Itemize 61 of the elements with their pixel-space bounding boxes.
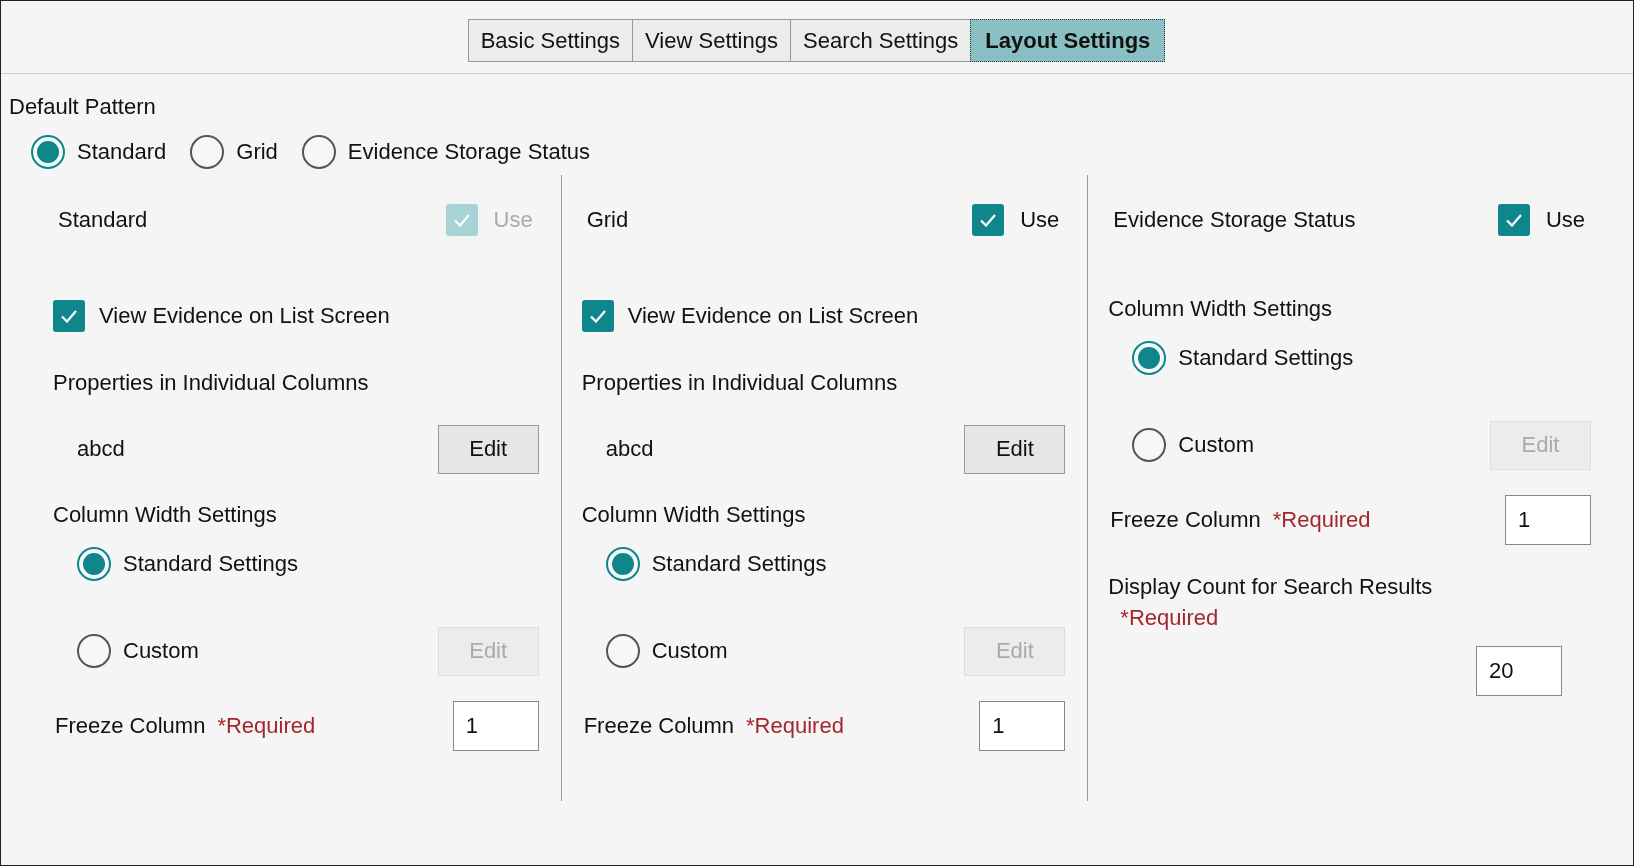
checkbox-label: Use xyxy=(1545,207,1585,233)
required-note: *Required xyxy=(217,713,316,739)
checkbox-label: Use xyxy=(493,207,533,233)
radio-label: Standard Settings xyxy=(651,551,827,577)
field-label: Column Width Settings xyxy=(581,501,807,529)
settings-tab[interactable]: Layout Settings xyxy=(970,19,1166,62)
settings-tab[interactable]: Basic Settings xyxy=(467,19,634,62)
radio-label: Grid xyxy=(236,139,278,165)
check-icon xyxy=(1505,213,1522,227)
check-icon xyxy=(589,309,606,323)
field-label: Display Count for Search Results xyxy=(1108,573,1434,601)
radio-button[interactable] xyxy=(605,634,640,668)
check-icon xyxy=(453,213,470,227)
checkbox-label: View Evidence on List Screen xyxy=(99,303,390,329)
field-label: Freeze Column xyxy=(583,713,735,739)
checkbox[interactable] xyxy=(53,300,85,332)
check-icon xyxy=(61,309,77,323)
edit-button[interactable]: Edit xyxy=(437,424,539,474)
checkbox-label: View Evidence on List Screen xyxy=(627,303,919,329)
edit-button[interactable]: Edit xyxy=(964,424,1066,474)
check-icon xyxy=(980,213,997,227)
field-label: Freeze Column xyxy=(1110,507,1261,533)
radio-button[interactable] xyxy=(31,135,65,169)
radio-button[interactable] xyxy=(1132,428,1167,462)
checkbox[interactable] xyxy=(581,300,614,332)
number-input[interactable]: 1 xyxy=(1505,495,1591,545)
radio-button[interactable] xyxy=(77,547,111,581)
required-note: *Required xyxy=(746,713,844,739)
checkbox-label: Use xyxy=(1020,207,1060,233)
radio-button[interactable] xyxy=(77,634,111,668)
radio-button[interactable] xyxy=(301,135,336,169)
radio-button[interactable] xyxy=(1132,341,1167,375)
number-input[interactable]: 1 xyxy=(979,701,1066,751)
section-label: Default Pattern xyxy=(9,93,157,121)
number-input[interactable]: 1 xyxy=(452,701,539,751)
radio-label: Custom xyxy=(1178,432,1255,458)
panel-title: Evidence Storage Status xyxy=(1112,207,1356,233)
checkbox[interactable] xyxy=(972,204,1005,236)
field-label: Properties in Individual Columns xyxy=(581,369,899,397)
field-label: Column Width Settings xyxy=(1108,295,1334,323)
panel-title: Grid xyxy=(585,207,629,233)
settings-tab[interactable]: Search Settings xyxy=(790,19,972,62)
required-note: *Required xyxy=(1272,507,1371,533)
radio-button[interactable] xyxy=(605,547,640,581)
radio-label: Standard Settings xyxy=(123,551,298,577)
field-label: Freeze Column xyxy=(55,713,206,739)
settings-tab[interactable]: View Settings xyxy=(632,19,791,62)
number-input[interactable]: 20 xyxy=(1476,646,1562,696)
property-value: abcd xyxy=(605,436,654,462)
field-label: Column Width Settings xyxy=(53,501,278,529)
radio-label: Custom xyxy=(123,638,199,664)
property-value: abcd xyxy=(77,436,125,462)
required-note: *Required xyxy=(1119,604,1220,632)
radio-label: Custom xyxy=(651,638,728,664)
radio-button[interactable] xyxy=(190,135,225,169)
radio-label: Evidence Storage Status xyxy=(347,139,590,165)
field-label: Properties in Individual Columns xyxy=(53,369,370,397)
checkbox[interactable] xyxy=(1497,204,1530,236)
panel-title: Standard xyxy=(57,207,148,233)
radio-label: Standard xyxy=(77,139,167,165)
radio-label: Standard Settings xyxy=(1178,345,1354,371)
